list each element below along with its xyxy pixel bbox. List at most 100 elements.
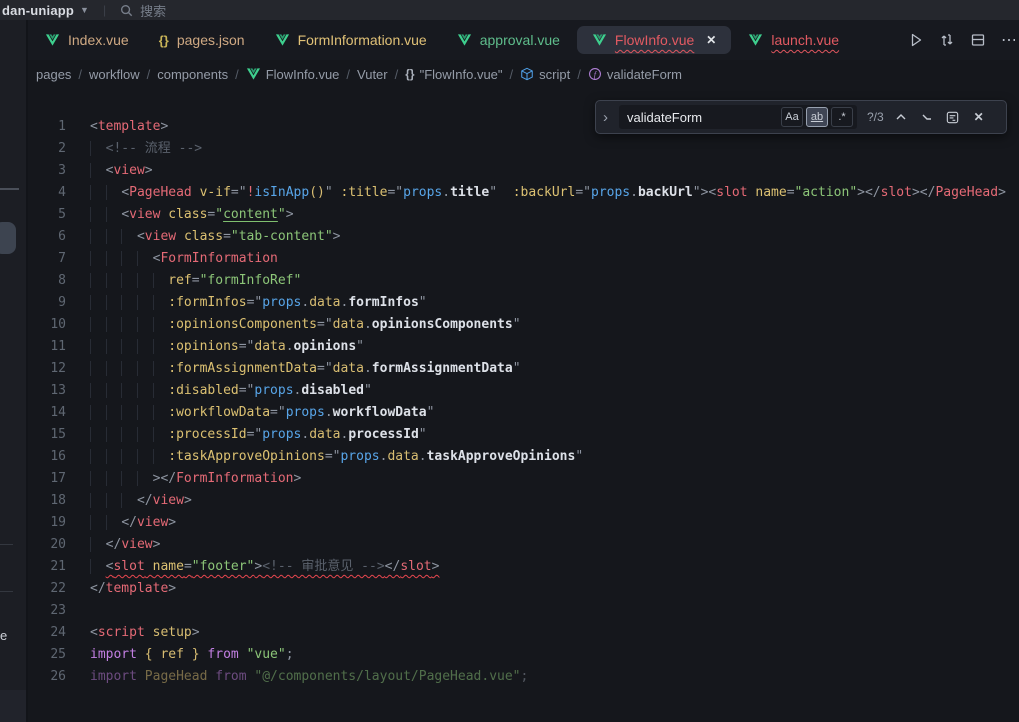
line-content: :taskApproveOpinions="props.data.taskApp…	[90, 446, 583, 468]
breadcrumb-item-FlowInfo.vue[interactable]: FlowInfo.vue	[244, 67, 342, 82]
line-content: <template>	[90, 116, 168, 138]
code-line-14[interactable]: 14 :workflowData="props.workflowData"	[28, 402, 1019, 424]
code-line-7[interactable]: 7 <FormInformation	[28, 248, 1019, 270]
close-icon[interactable]: ✕	[706, 33, 716, 47]
vue-icon	[45, 33, 60, 47]
line-number[interactable]: 6	[28, 226, 66, 248]
match-case-button[interactable]: Aa	[781, 107, 803, 127]
package-icon	[520, 67, 534, 81]
whole-word-button[interactable]: ab	[806, 107, 828, 127]
tab-FlowInfo.vue[interactable]: FlowInfo.vue✕	[577, 26, 731, 54]
vue-icon	[457, 33, 472, 47]
code-line-24[interactable]: 24<script setup>	[28, 622, 1019, 644]
code-line-2[interactable]: 2 <!-- 流程 -->	[28, 138, 1019, 160]
line-number[interactable]: 22	[28, 578, 66, 600]
tab-launch.vue[interactable]: launch.vue	[733, 26, 854, 54]
code-line-10[interactable]: 10 :opinionsComponents="data.opinionsCom…	[28, 314, 1019, 336]
sidebar-edge: e	[0, 20, 28, 722]
code-line-13[interactable]: 13 :disabled="props.disabled"	[28, 380, 1019, 402]
breadcrumb-item-script[interactable]: script	[518, 67, 572, 82]
breadcrumb-item-FlowInfo.vue[interactable]: {}"FlowInfo.vue"	[403, 67, 504, 82]
breadcrumb-item-components[interactable]: components	[155, 67, 230, 82]
code-line-19[interactable]: 19 </view>	[28, 512, 1019, 534]
code-line-3[interactable]: 3 <view>	[28, 160, 1019, 182]
line-number[interactable]: 12	[28, 358, 66, 380]
code-line-22[interactable]: 22</template>	[28, 578, 1019, 600]
line-number[interactable]: 3	[28, 160, 66, 182]
find-input-box[interactable]: validateForm Aa ab .*	[619, 105, 857, 129]
line-number[interactable]: 18	[28, 490, 66, 512]
breadcrumb-item-Vuter[interactable]: Vuter	[355, 67, 390, 82]
breadcrumb-item-validateForm[interactable]: fvalidateForm	[586, 67, 684, 82]
code-line-17[interactable]: 17 ></FormInformation>	[28, 468, 1019, 490]
code-line-21[interactable]: 21 <slot name="footer"><!-- 审批意见 --></sl…	[28, 556, 1019, 578]
sidebar-pill[interactable]	[0, 222, 16, 254]
line-number[interactable]: 20	[28, 534, 66, 556]
code-line-18[interactable]: 18 </view>	[28, 490, 1019, 512]
line-content: ></FormInformation>	[90, 468, 301, 490]
code-editor[interactable]: › validateForm Aa ab .* ?/3	[28, 88, 1019, 722]
global-search[interactable]: 搜索	[120, 1, 166, 20]
breadcrumb-item-workflow[interactable]: workflow	[87, 67, 142, 82]
code-line-11[interactable]: 11 :opinions="data.opinions"	[28, 336, 1019, 358]
regex-button[interactable]: .*	[831, 107, 853, 127]
close-find-button[interactable]: ✕	[970, 108, 988, 126]
more-actions-button[interactable]: ⋯	[1001, 30, 1015, 50]
breadcrumb-item-pages[interactable]: pages	[34, 67, 73, 82]
line-number[interactable]: 23	[28, 600, 66, 622]
line-number[interactable]: 10	[28, 314, 66, 336]
code-line-25[interactable]: 25import { ref } from "vue";	[28, 644, 1019, 666]
code-line-5[interactable]: 5 <view class="content">	[28, 204, 1019, 226]
line-number[interactable]: 15	[28, 424, 66, 446]
vue-icon	[246, 67, 261, 81]
line-number[interactable]: 5	[28, 204, 66, 226]
line-number[interactable]: 9	[28, 292, 66, 314]
code-line-9[interactable]: 9 :formInfos="props.data.formInfos"	[28, 292, 1019, 314]
code-line-16[interactable]: 16 :taskApproveOpinions="props.data.task…	[28, 446, 1019, 468]
line-content: :processId="props.data.processId"	[90, 424, 427, 446]
line-number[interactable]: 1	[28, 116, 66, 138]
line-number[interactable]: 2	[28, 138, 66, 160]
tab-Index.vue[interactable]: Index.vue	[30, 26, 144, 54]
line-number[interactable]: 4	[28, 182, 66, 204]
function-icon: f	[588, 67, 602, 81]
run-button[interactable]	[908, 32, 924, 48]
line-number[interactable]: 8	[28, 270, 66, 292]
split-editor-button[interactable]	[970, 32, 986, 48]
compare-changes-button[interactable]	[939, 32, 955, 48]
line-number[interactable]: 17	[28, 468, 66, 490]
tab-pages.json[interactable]: {}pages.json	[144, 26, 260, 54]
code-line-23[interactable]: 23	[28, 600, 1019, 622]
project-selector[interactable]: dan-uniapp	[2, 3, 74, 18]
code-line-20[interactable]: 20 </view>	[28, 534, 1019, 556]
line-number[interactable]: 14	[28, 402, 66, 424]
line-number[interactable]: 7	[28, 248, 66, 270]
toggle-replace-button[interactable]: ›	[600, 109, 611, 126]
breadcrumb-separator: /	[395, 67, 399, 82]
code-line-8[interactable]: 8 ref="formInfoRef"	[28, 270, 1019, 292]
line-number[interactable]: 21	[28, 556, 66, 578]
code-line-26[interactable]: 26import PageHead from "@/components/lay…	[28, 666, 1019, 688]
search-label: 搜索	[140, 1, 166, 20]
next-match-button[interactable]	[918, 108, 936, 126]
code-line-12[interactable]: 12 :formAssignmentData="data.formAssignm…	[28, 358, 1019, 380]
line-number[interactable]: 11	[28, 336, 66, 358]
code-line-15[interactable]: 15 :processId="props.data.processId"	[28, 424, 1019, 446]
line-number[interactable]: 13	[28, 380, 66, 402]
vue-icon	[748, 33, 763, 47]
line-content: :formInfos="props.data.formInfos"	[90, 292, 427, 314]
previous-match-button[interactable]	[892, 108, 910, 126]
sidebar-artifact	[0, 591, 13, 592]
tab-FormInformation.vue[interactable]: FormInformation.vue	[260, 26, 442, 54]
line-number[interactable]: 25	[28, 644, 66, 666]
line-number[interactable]: 24	[28, 622, 66, 644]
find-input[interactable]: validateForm	[627, 110, 781, 125]
line-number[interactable]: 16	[28, 446, 66, 468]
code-line-4[interactable]: 4 <PageHead v-if="!isInApp()" :title="pr…	[28, 182, 1019, 204]
tab-approval.vue[interactable]: approval.vue	[442, 26, 575, 54]
line-number[interactable]: 19	[28, 512, 66, 534]
code-line-6[interactable]: 6 <view class="tab-content">	[28, 226, 1019, 248]
breadcrumb-separator: /	[577, 67, 581, 82]
line-number[interactable]: 26	[28, 666, 66, 688]
find-in-selection-button[interactable]	[944, 108, 962, 126]
